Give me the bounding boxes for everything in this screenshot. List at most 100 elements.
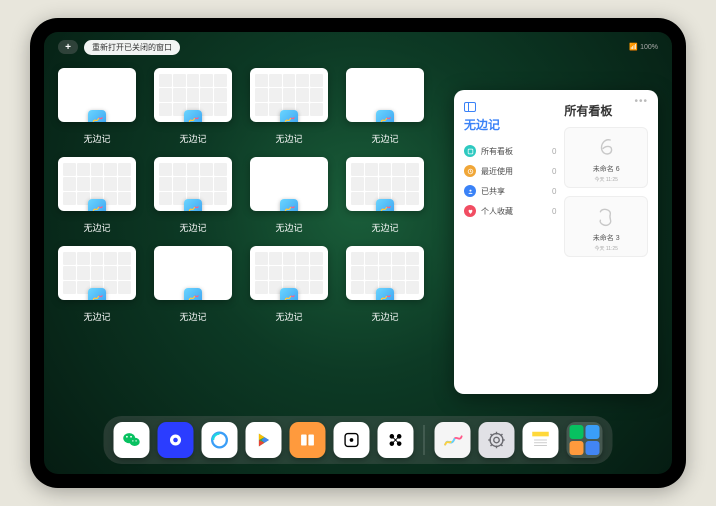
status-right: 📶 100% [629,43,658,51]
thumbnail-label: 无边记 [83,221,110,234]
dock-settings-icon[interactable] [479,422,515,458]
sidebar-item-count: 0 [552,147,556,156]
window-thumbnail[interactable]: 无边记 [346,246,424,323]
wifi-icon: 📶 [629,44,638,51]
dock-quark-icon[interactable] [158,422,194,458]
window-thumbnail[interactable]: 无边记 [250,157,328,234]
thumbnail-preview [58,68,136,122]
sidebar-item-count: 0 [552,207,556,216]
freeform-app-icon [184,288,202,300]
row-icon [464,165,476,177]
sidebar-item-count: 0 [552,187,556,196]
battery-label: 100% [640,44,658,51]
sidebar-item[interactable]: 已共享 0 [464,181,556,201]
thumbnail-preview [154,246,232,300]
sidebar-item-label: 最近使用 [481,166,513,177]
window-thumbnail[interactable]: 无边记 [250,68,328,145]
dock-dots-icon[interactable] [378,422,414,458]
window-thumbnail[interactable]: 无边记 [154,157,232,234]
sidebar-item[interactable]: 最近使用 0 [464,161,556,181]
panel-title-left: 无边记 [464,116,556,133]
freeform-app-icon [184,110,202,122]
thumbnail-preview [58,246,136,300]
freeform-app-icon [184,199,202,211]
ipad-screen: + 重新打开已关闭的窗口 📶 100% 无边记无边记无边记无边记无边记无边记无边… [44,32,672,474]
thumbnail-preview [154,157,232,211]
freeform-app-icon [376,288,394,300]
freeform-app-icon [376,199,394,211]
thumbnail-preview [346,246,424,300]
sidebar-item-label: 所有看板 [481,146,513,157]
board-card[interactable]: 未命名 3 今天 11:25 [564,196,648,257]
window-thumbnail[interactable]: 无边记 [58,68,136,145]
thumbnail-preview [154,68,232,122]
more-icon[interactable]: ••• [634,96,648,107]
thumbnail-preview [250,246,328,300]
window-thumbnail[interactable]: 无边记 [58,246,136,323]
window-thumbnail[interactable]: 无边记 [154,246,232,323]
thumbnail-label: 无边记 [275,132,302,145]
thumbnail-preview [346,157,424,211]
freeform-app-icon [88,288,106,300]
dock-notes-icon[interactable] [523,422,559,458]
dock-qqbrowser-icon[interactable] [202,422,238,458]
window-thumbnail[interactable]: 无边记 [58,157,136,234]
thumbnail-label: 无边记 [275,310,302,323]
dock-freeform-icon[interactable] [435,422,471,458]
thumbnail-preview [250,157,328,211]
thumbnail-preview [250,68,328,122]
sidebar-item[interactable]: 所有看板 0 [464,141,556,161]
thumbnail-label: 无边记 [371,221,398,234]
thumbnail-label: 无边记 [83,310,110,323]
freeform-app-icon [280,288,298,300]
board-card[interactable]: 未命名 6 今天 11:25 [564,127,648,188]
reopen-closed-pill[interactable]: 重新打开已关闭的窗口 [84,40,180,55]
board-name: 未命名 6 [593,164,620,174]
board-time: 今天 11:25 [594,176,618,183]
dock-play-icon[interactable] [246,422,282,458]
sidebar-toggle-icon[interactable] [464,102,476,112]
window-thumbnail[interactable]: 无边记 [154,68,232,145]
thumbnail-label: 无边记 [371,132,398,145]
freeform-app-panel[interactable]: ••• 无边记 所有看板 0 最近使用 0 已共享 0 个人收藏 0 所有看板 未命名 6 今天… [454,90,658,394]
row-icon [464,145,476,157]
freeform-app-icon [280,199,298,211]
thumbnail-preview [346,68,424,122]
window-thumbnail[interactable]: 无边记 [346,68,424,145]
row-icon [464,185,476,197]
add-window-button[interactable]: + [58,40,78,54]
thumbnail-preview [58,157,136,211]
dock-divider [424,425,425,455]
thumbnail-label: 无边记 [179,310,206,323]
board-name: 未命名 3 [593,233,620,243]
dock [104,416,613,464]
panel-sidebar: 无边记 所有看板 0 最近使用 0 已共享 0 个人收藏 0 [464,102,556,382]
row-icon [464,205,476,217]
sidebar-item-label: 已共享 [481,186,505,197]
window-thumbnail[interactable]: 无边记 [250,246,328,323]
thumbnail-label: 无边记 [179,132,206,145]
expose-area: 无边记无边记无边记无边记无边记无边记无边记无边记无边记无边记无边记无边记 •••… [58,62,658,416]
dock-recents-icon[interactable] [567,422,603,458]
thumbnail-label: 无边记 [275,221,302,234]
ipad-frame: + 重新打开已关闭的窗口 📶 100% 无边记无边记无边记无边记无边记无边记无边… [30,18,686,488]
sidebar-item-label: 个人收藏 [481,206,513,217]
status-bar: + 重新打开已关闭的窗口 📶 100% [44,38,672,56]
board-preview [591,132,621,162]
freeform-app-icon [88,110,106,122]
thumbnail-label: 无边记 [179,221,206,234]
freeform-app-icon [280,110,298,122]
board-time: 今天 11:25 [594,245,618,252]
panel-boards: 所有看板 未命名 6今天 11:25未命名 3今天 11:25 [564,102,648,382]
window-thumbnail-grid: 无边记无边记无边记无边记无边记无边记无边记无边记无边记无边记无边记无边记 [58,62,442,416]
dock-wechat-icon[interactable] [114,422,150,458]
freeform-app-icon [88,199,106,211]
sidebar-item-count: 0 [552,167,556,176]
dock-books-icon[interactable] [290,422,326,458]
window-thumbnail[interactable]: 无边记 [346,157,424,234]
sidebar-item[interactable]: 个人收藏 0 [464,201,556,221]
thumbnail-label: 无边记 [371,310,398,323]
freeform-app-icon [376,110,394,122]
thumbnail-label: 无边记 [83,132,110,145]
dock-dice-icon[interactable] [334,422,370,458]
